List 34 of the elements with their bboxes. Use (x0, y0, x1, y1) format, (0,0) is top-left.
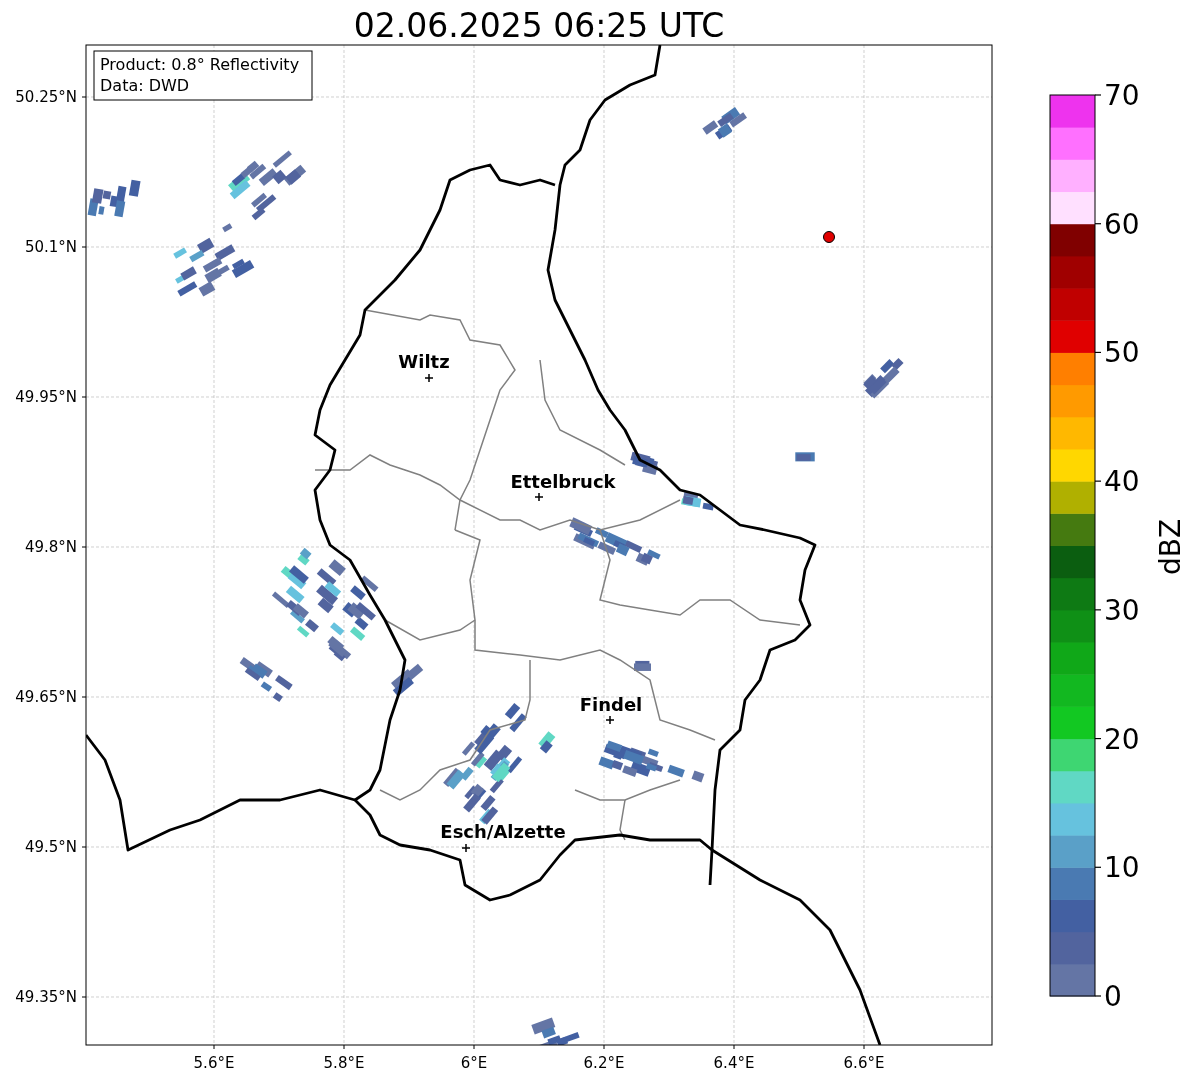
location-dot (823, 231, 835, 243)
latitude-label: 49.5°N (24, 838, 77, 856)
longitude-label: 5.8°E (323, 1054, 365, 1072)
longitude-label: 6.6°E (843, 1054, 885, 1072)
colorbar-tick-label: 40 (1104, 465, 1140, 499)
city-marker-icon (461, 843, 471, 853)
city-label: Ettelbruck (510, 471, 616, 492)
colorbar-tick-label: 30 (1104, 593, 1140, 627)
city-label: Wiltz (398, 351, 450, 372)
colorbar-tick-label: 70 (1104, 79, 1140, 112)
city-marker-icon (424, 373, 434, 383)
info-text: Data: DWD (100, 76, 190, 95)
longitude-label: 6°E (460, 1054, 488, 1072)
longitude-label: 5.6°E (193, 1054, 235, 1072)
chart-title: 02.06.2025 06:25 UTC (353, 6, 725, 45)
colorbar-tick-label: 50 (1104, 336, 1140, 370)
city-marker-icon (534, 492, 544, 502)
city-marker-icon (605, 715, 615, 725)
latitude-label: 49.95°N (15, 388, 77, 406)
info-text: Product: 0.8° Reflectivity (100, 55, 300, 74)
colorbar-tick-label: 60 (1104, 207, 1140, 241)
latitude-label: 50.25°N (15, 88, 77, 106)
latitude-label: 49.35°N (15, 988, 77, 1006)
colorbar-tick-label: 20 (1104, 722, 1140, 756)
colorbar-title: dBZ (1154, 518, 1184, 576)
latitude-label: 49.8°N (24, 538, 77, 556)
city-label: Esch/Alzette (440, 821, 566, 842)
longitude-label: 6.2°E (583, 1054, 625, 1072)
colorbar-tick-label: 10 (1104, 851, 1140, 885)
longitude-label: 6.4°E (713, 1054, 755, 1072)
city-label: Findel (579, 694, 643, 715)
colorbar-tick-label: 0 (1104, 980, 1122, 1013)
latitude-label: 50.1°N (24, 238, 77, 256)
latitude-label: 49.65°N (15, 688, 77, 706)
